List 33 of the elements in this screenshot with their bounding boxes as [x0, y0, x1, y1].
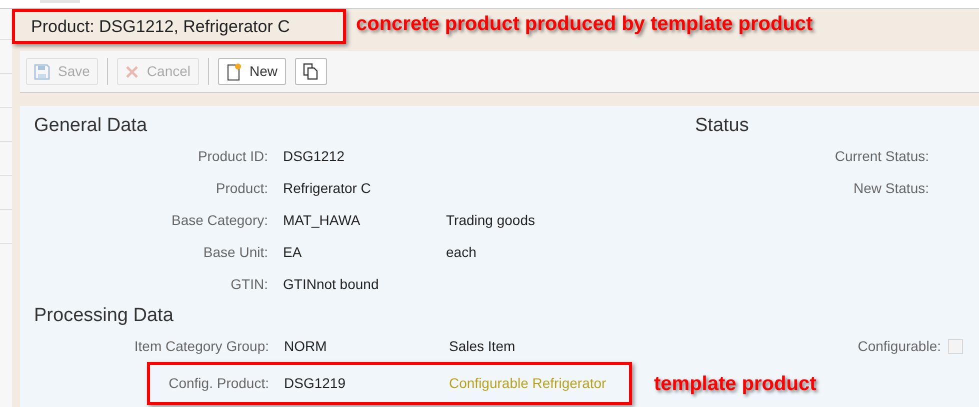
field-value: DSG1219 — [284, 374, 346, 393]
new-document-icon — [226, 62, 242, 80]
annotation-text: template product — [654, 372, 816, 396]
field-label: Configurable: — [858, 336, 941, 356]
field-value: EA — [283, 242, 303, 262]
field-value: GTINnot bound — [283, 274, 380, 294]
field-label: Item Category Group: — [133, 336, 269, 356]
annotation-text: concrete product produced by template product — [356, 12, 813, 37]
section-heading: Processing Data — [33, 304, 174, 328]
section-heading: General Data — [33, 114, 148, 138]
field-label: Base Category: — [170, 210, 268, 230]
field-description: Configurable Refrigerator — [449, 374, 606, 393]
field-label: Base Unit: — [202, 242, 268, 262]
configurable-checkbox[interactable] — [948, 338, 963, 354]
field-description: Sales Item — [449, 336, 516, 356]
field-label: GTIN: — [230, 274, 268, 294]
field-label: Config. Product: — [168, 374, 269, 393]
section-heading: Status — [694, 114, 749, 138]
x-icon — [124, 64, 139, 78]
field-label: Product ID: — [196, 146, 268, 166]
copy-icon — [302, 63, 319, 80]
field-description: Trading goods — [446, 210, 535, 230]
field-value: NORM — [284, 336, 328, 356]
field-value: DSG1212 — [283, 146, 346, 166]
field-label: Product: — [214, 178, 268, 198]
copy-button[interactable] — [294, 58, 327, 85]
field-value: Refrigerator C — [283, 178, 372, 198]
field-label: New Status: — [854, 178, 929, 198]
new-button[interactable]: New — [218, 58, 286, 85]
field-label: Current Status: — [834, 146, 929, 166]
field-description: each — [446, 242, 476, 262]
field-value: MAT_HAWA — [283, 210, 362, 230]
page-title: Product: DSG1212, Refrigerator C — [12, 9, 346, 44]
